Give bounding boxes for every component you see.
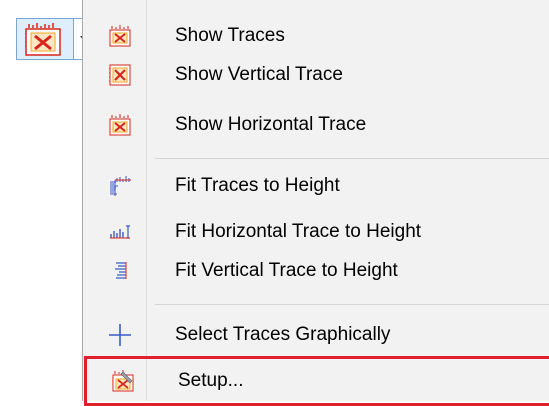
show-horizontal-trace-icon [109, 114, 131, 136]
menu-item-label: Show Horizontal Trace [175, 114, 367, 135]
menu-item-label: Fit Vertical Trace to Height [175, 260, 398, 281]
show-traces-icon [109, 25, 131, 47]
crosshair-icon [109, 324, 131, 346]
menu-item-label: Show Vertical Trace [175, 64, 343, 85]
traces-toolbar-button[interactable] [16, 18, 74, 60]
traces-menu: Show Traces Show Vertical Trace Show Hor… [82, 0, 549, 406]
menu-item-label: Select Traces Graphically [175, 324, 391, 345]
show-vertical-trace-icon [109, 64, 131, 86]
menu-item-setup[interactable]: Setup... [84, 356, 549, 406]
menu-separator [155, 304, 549, 305]
menu-item-label: Fit Traces to Height [175, 175, 340, 196]
traces-icon [25, 23, 61, 56]
menu-item-show-horizontal-trace[interactable]: Show Horizontal Trace [83, 101, 549, 149]
menu-item-show-vertical-trace[interactable]: Show Vertical Trace [83, 51, 549, 99]
fit-vertical-trace-icon [115, 262, 127, 279]
setup-icon [112, 370, 134, 392]
menu-item-fit-vertical-trace-to-height[interactable]: Fit Vertical Trace to Height [83, 247, 549, 295]
menu-item-fit-traces-to-height[interactable]: Fit Traces to Height [83, 162, 549, 210]
menu-separator [155, 158, 549, 159]
menu-item-select-traces-graphically[interactable]: Select Traces Graphically [83, 311, 549, 359]
fit-traces-height-icon [110, 176, 131, 196]
fit-horizontal-trace-icon [110, 225, 130, 239]
menu-item-label: Setup... [178, 370, 244, 391]
